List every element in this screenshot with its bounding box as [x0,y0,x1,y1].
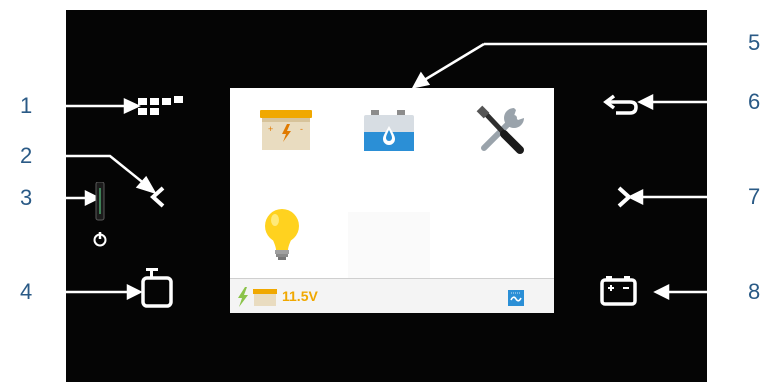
status-bar: 11.5V [230,278,554,313]
display-button[interactable] [140,268,176,315]
left-chevron-icon [150,186,165,208]
lcd-screen: + - 11.5V [230,88,554,313]
previous-button[interactable] [148,185,168,214]
water-level-menu-item[interactable] [361,106,417,159]
tv-icon [141,268,173,308]
charger-menu-item[interactable]: + - [258,106,314,159]
tools-settings-icon [476,105,524,154]
right-chevron-icon [617,186,632,208]
light-bulb-icon [265,209,299,260]
battery-water-level-icon [364,110,414,151]
next-button[interactable] [614,185,634,214]
svg-text:+: + [268,124,273,134]
empty-menu-slot [348,212,430,278]
back-button[interactable] [602,90,642,123]
voltage-readout: 11.5V [282,288,318,304]
callout-3: 3 [20,185,33,210]
light-menu-item[interactable] [262,206,302,267]
callout-8: 8 [748,279,761,304]
callout-7: 7 [748,184,761,209]
menu-button[interactable] [138,94,184,123]
power-switch [93,181,107,247]
battery-icon [600,276,637,306]
callout-1: 1 [20,93,33,118]
svg-text:-: - [300,124,303,134]
battery-icon [253,289,277,306]
return-arrow-icon [603,94,638,115]
callout-4: 4 [20,279,33,304]
battery-button[interactable] [600,274,638,313]
power-icon [93,232,107,247]
settings-menu-item[interactable] [474,104,530,161]
ac-power-icon [508,290,524,306]
charging-bolt-icon [238,287,248,307]
callout-6: 6 [748,89,761,114]
callout-5: 5 [748,30,761,55]
menu-grid-icon [138,96,183,115]
battery-charger-icon: + - [260,110,312,150]
power-button[interactable] [88,181,114,255]
callout-2: 2 [20,143,33,168]
